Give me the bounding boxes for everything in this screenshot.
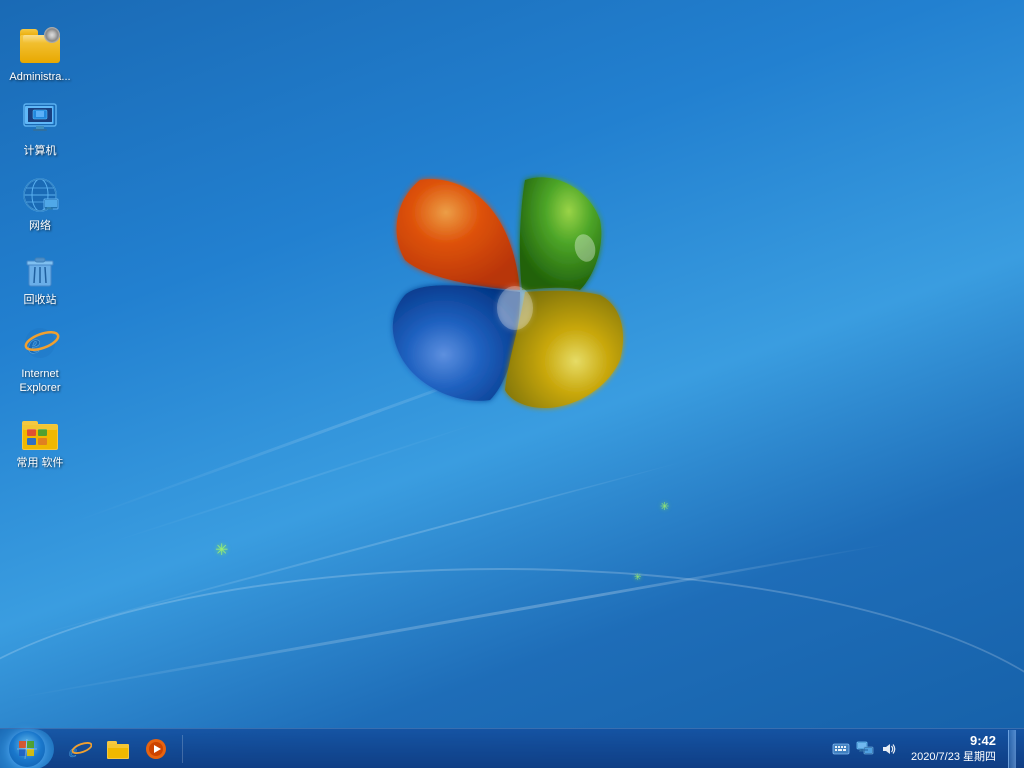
bg-streak-4 [7, 542, 894, 701]
start-button[interactable] [0, 729, 54, 768]
tray-keyboard-icon[interactable] [831, 739, 851, 759]
tray-network-icon[interactable] [855, 739, 875, 759]
tray-volume-icon[interactable] [879, 739, 899, 759]
ie-icon: e [20, 323, 60, 363]
bg-streak-3 [12, 459, 689, 642]
computer-icon [20, 100, 60, 140]
administrator-label: Administra... [9, 70, 70, 84]
desktop-icon-computer[interactable]: 计算机 [0, 94, 80, 164]
computer-label: 计算机 [24, 144, 57, 158]
decoration-asterisk-2: ✳ [660, 500, 669, 513]
system-clock[interactable]: 9:42 2020/7/23 星期四 [903, 732, 1004, 766]
show-desktop-button[interactable] [1008, 730, 1016, 768]
taskbar: e [0, 728, 1024, 768]
recycle-icon [20, 249, 60, 289]
desktop-icon-ie[interactable]: e InternetExplorer [0, 317, 80, 402]
desktop-icon-recycle[interactable]: 回收站 [0, 243, 80, 313]
taskbar-ie-icon[interactable]: e [62, 731, 98, 767]
decoration-asterisk-3: ✳ [634, 572, 642, 583]
desktop-icon-software[interactable]: 常用 软件 [0, 406, 80, 476]
software-label: 常用 软件 [16, 456, 63, 470]
administrator-icon [20, 26, 60, 66]
decoration-asterisk-1: ✳ [215, 540, 228, 560]
taskbar-explorer-icon[interactable] [100, 731, 136, 767]
clock-time: 9:42 [970, 732, 996, 750]
ie-label: InternetExplorer [20, 367, 61, 396]
clock-date: 2020/7/23 星期四 [911, 750, 996, 765]
system-tray: 9:42 2020/7/23 星期四 [823, 730, 1024, 768]
recycle-label: 回收站 [24, 293, 57, 307]
network-label: 网络 [29, 219, 51, 233]
start-orb [9, 731, 45, 767]
software-icon [20, 412, 60, 452]
taskbar-mediaplayer-icon[interactable] [138, 731, 174, 767]
desktop: ✳ ✳ ✳ [0, 0, 1024, 768]
desktop-icon-network[interactable]: 网络 [0, 169, 80, 239]
network-icon [20, 175, 60, 215]
windows-logo [370, 160, 650, 440]
desktop-icons-container: Administra... 计算机 [0, 10, 80, 490]
taskbar-separator [182, 735, 183, 763]
desktop-icon-administrator[interactable]: Administra... [0, 20, 80, 90]
taskbar-quicklaunch: e [58, 731, 178, 767]
